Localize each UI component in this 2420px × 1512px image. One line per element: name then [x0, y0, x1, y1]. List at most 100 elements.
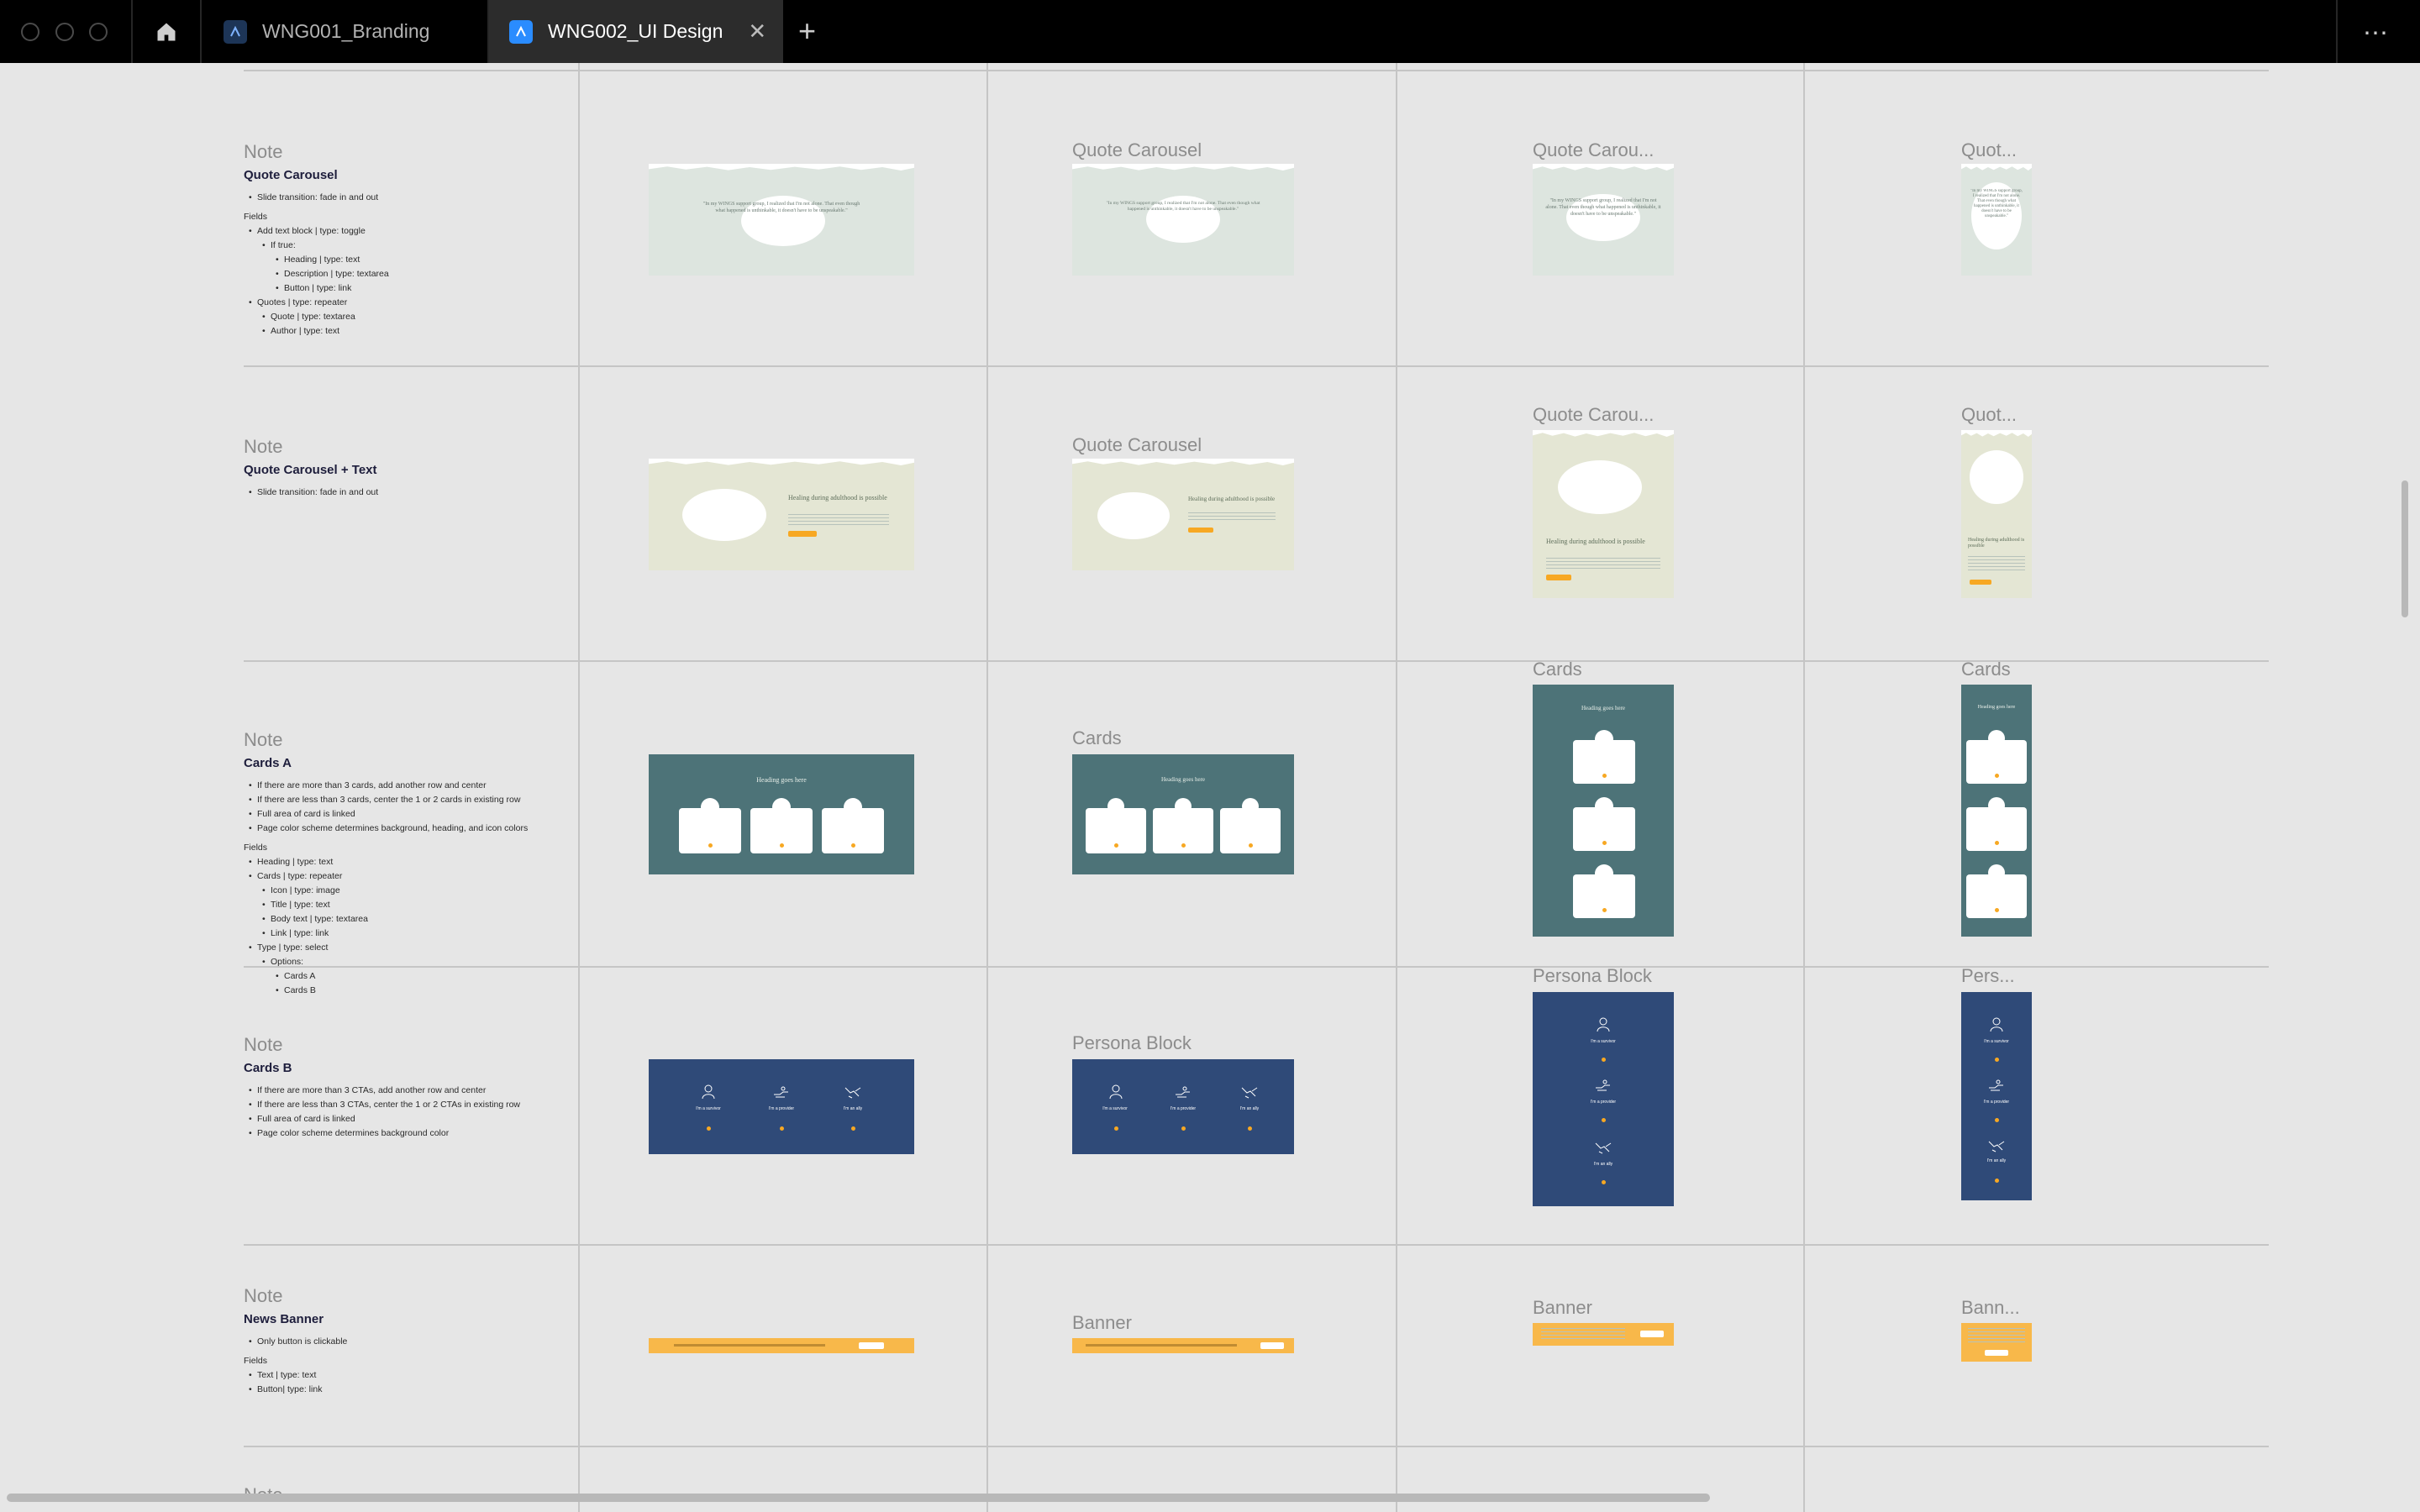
note-quote-carousel[interactable]: Note Quote Carousel Slide transition: fa…: [244, 141, 580, 339]
frame-label: Pers...: [1961, 965, 2015, 986]
card-link-dot: [780, 843, 784, 848]
list-item: Cards A: [244, 969, 580, 984]
quote-carousel-text-preview-mobile[interactable]: Healing during adulthood is possible: [1533, 430, 1674, 598]
torn-edge: [649, 459, 914, 465]
persona-title: I'm an ally: [1986, 1158, 2007, 1163]
window-zoom-control[interactable]: [89, 23, 108, 41]
window-close-control[interactable]: [21, 23, 39, 41]
frame-label: Quote Carou...: [1533, 404, 1655, 425]
list-item: Type | type: select: [244, 941, 580, 955]
persona-block-preview-tablet[interactable]: I'm a survivor I'm a provider I'm an all…: [1072, 1059, 1294, 1154]
list-item: If there are less than 3 cards, center t…: [244, 793, 580, 807]
cards-heading: Heading goes here: [1160, 776, 1206, 783]
persona-title: I'm a survivor: [1591, 1039, 1616, 1044]
quote-carousel-text-preview-desktop[interactable]: Healing during adulthood is possible: [649, 459, 914, 570]
persona-link-dot: [851, 1126, 855, 1131]
persona-title: I'm a provider: [1590, 1100, 1617, 1105]
persona-link-dot: [1995, 1179, 1999, 1183]
banner-preview-desktop[interactable]: [649, 1338, 914, 1353]
card-icon: [1595, 730, 1613, 748]
card-icon: [844, 798, 862, 816]
list-item: Add text block | type: toggle: [244, 224, 580, 239]
frame-label: Banner: [1072, 1312, 1132, 1333]
card-icon: [1595, 864, 1613, 883]
note-cards-b[interactable]: Note Cards B If there are more than 3 CT…: [244, 1034, 580, 1141]
torn-edge: [1072, 459, 1294, 465]
card-link-dot: [708, 843, 713, 848]
handshake-icon: [844, 1087, 861, 1099]
card-icon: [701, 798, 719, 816]
card-link-dot: [1995, 774, 1999, 778]
text-block-heading: Healing during adulthood is possible: [1546, 538, 1645, 545]
card-link-dot: [1602, 908, 1607, 912]
frame-label: Banner: [1533, 1297, 1592, 1318]
horizontal-scrollbar[interactable]: [7, 1494, 1710, 1502]
handshake-icon: [1595, 1142, 1612, 1154]
tab-wng001-branding[interactable]: WNG001_Branding: [202, 0, 487, 63]
list-item: Heading | type: text: [244, 253, 580, 267]
text-block-body: [1546, 558, 1660, 570]
torn-edge: [649, 164, 914, 171]
quote-carousel-preview-mobile[interactable]: "In my WINGS support group, I realized t…: [1533, 164, 1674, 276]
banner-preview-small[interactable]: [1961, 1323, 2032, 1362]
quote-bubble: [1970, 450, 2023, 504]
vertical-scrollbar[interactable]: [2402, 480, 2408, 617]
banner-text: [1086, 1344, 1237, 1347]
cards-a-preview-desktop[interactable]: Heading goes here: [649, 754, 914, 874]
list-item: If true:: [244, 239, 580, 253]
cards-a-preview-tablet[interactable]: Heading goes here: [1072, 754, 1294, 874]
helping-hand-icon: [1596, 1079, 1610, 1091]
window-minimize-control[interactable]: [55, 23, 74, 41]
torn-edge: [1072, 164, 1294, 171]
torn-edge: [1961, 164, 2032, 171]
note-news-banner[interactable]: Note News Banner Only button is clickabl…: [244, 1285, 580, 1397]
quote-carousel-text-preview-tablet[interactable]: Healing during adulthood is possible: [1072, 459, 1294, 570]
quote-carousel-text-preview-small[interactable]: Healing during adulthood is possible: [1961, 430, 2032, 598]
home-button[interactable]: [133, 0, 200, 63]
banner-preview-mobile[interactable]: [1533, 1323, 1674, 1346]
list-item: Button | type: link: [244, 281, 580, 296]
text-block-body: [788, 514, 889, 526]
person-icon: [702, 1084, 715, 1100]
design-canvas[interactable]: Note Quote Carousel Slide transition: fa…: [0, 63, 2420, 1512]
persona-block-preview-desktop[interactable]: I'm a survivor I'm a provider I'm an all…: [649, 1059, 914, 1154]
banner-preview-tablet[interactable]: [1072, 1338, 1294, 1353]
tab-wng002-ui-design[interactable]: WNG002_UI Design ✕: [489, 0, 783, 63]
list-item: Body text | type: textarea: [244, 912, 580, 927]
persona-block-preview-mobile[interactable]: I'm a survivor I'm a provider I'm an all…: [1533, 992, 1674, 1206]
more-options-button[interactable]: ⋯: [2363, 18, 2389, 48]
banner-text: [1968, 1328, 2025, 1343]
quote-carousel-preview-desktop[interactable]: "In my WINGS support group, I realized t…: [649, 164, 914, 276]
column-divider: [1396, 63, 1397, 1512]
card-link-dot: [1602, 841, 1607, 845]
quote-carousel-preview-small[interactable]: "In my WINGS support group, I realized t…: [1961, 164, 2032, 276]
persona-title: I'm an ally: [1593, 1162, 1613, 1167]
note-title: Quote Carousel: [244, 168, 338, 182]
note-title: Cards B: [244, 1061, 292, 1075]
note-quote-carousel-text[interactable]: Note Quote Carousel + Text Slide transit…: [244, 436, 580, 500]
quote-carousel-preview-tablet[interactable]: "In my WINGS support group, I realized t…: [1072, 164, 1294, 276]
frame-label: Quote Carousel: [1072, 434, 1202, 455]
list-item: Options:: [244, 955, 580, 969]
list-item: Heading | type: text: [244, 855, 580, 869]
list-item: If there are more than 3 CTAs, add anoth…: [244, 1084, 580, 1098]
new-tab-button[interactable]: +: [798, 14, 816, 48]
list-item: Page color scheme determines background …: [244, 1126, 580, 1141]
cards-a-preview-small[interactable]: Heading goes here: [1961, 685, 2032, 937]
cards-a-preview-mobile[interactable]: Heading goes here: [1533, 685, 1674, 937]
list-item: Author | type: text: [244, 324, 580, 339]
quote-bubble: [682, 489, 766, 541]
persona-link-dot: [707, 1126, 711, 1131]
text-block-heading: Healing during adulthood is possible: [1188, 496, 1276, 502]
list-item: Slide transition: fade in and out: [244, 191, 580, 205]
close-tab-icon[interactable]: ✕: [748, 18, 766, 45]
card-icon: [772, 798, 791, 816]
persona-block-preview-small[interactable]: I'm a survivor I'm a provider I'm an all…: [1961, 992, 2032, 1200]
frame-label: Quote Carousel: [1072, 139, 1202, 160]
text-block-button: [1188, 528, 1213, 533]
banner-button: [859, 1342, 884, 1349]
quote-bubble: [1097, 492, 1170, 539]
list-item: Title | type: text: [244, 898, 580, 912]
note-cards-a[interactable]: Note Cards A If there are more than 3 ca…: [244, 729, 580, 998]
list-heading: Fields: [244, 843, 268, 853]
